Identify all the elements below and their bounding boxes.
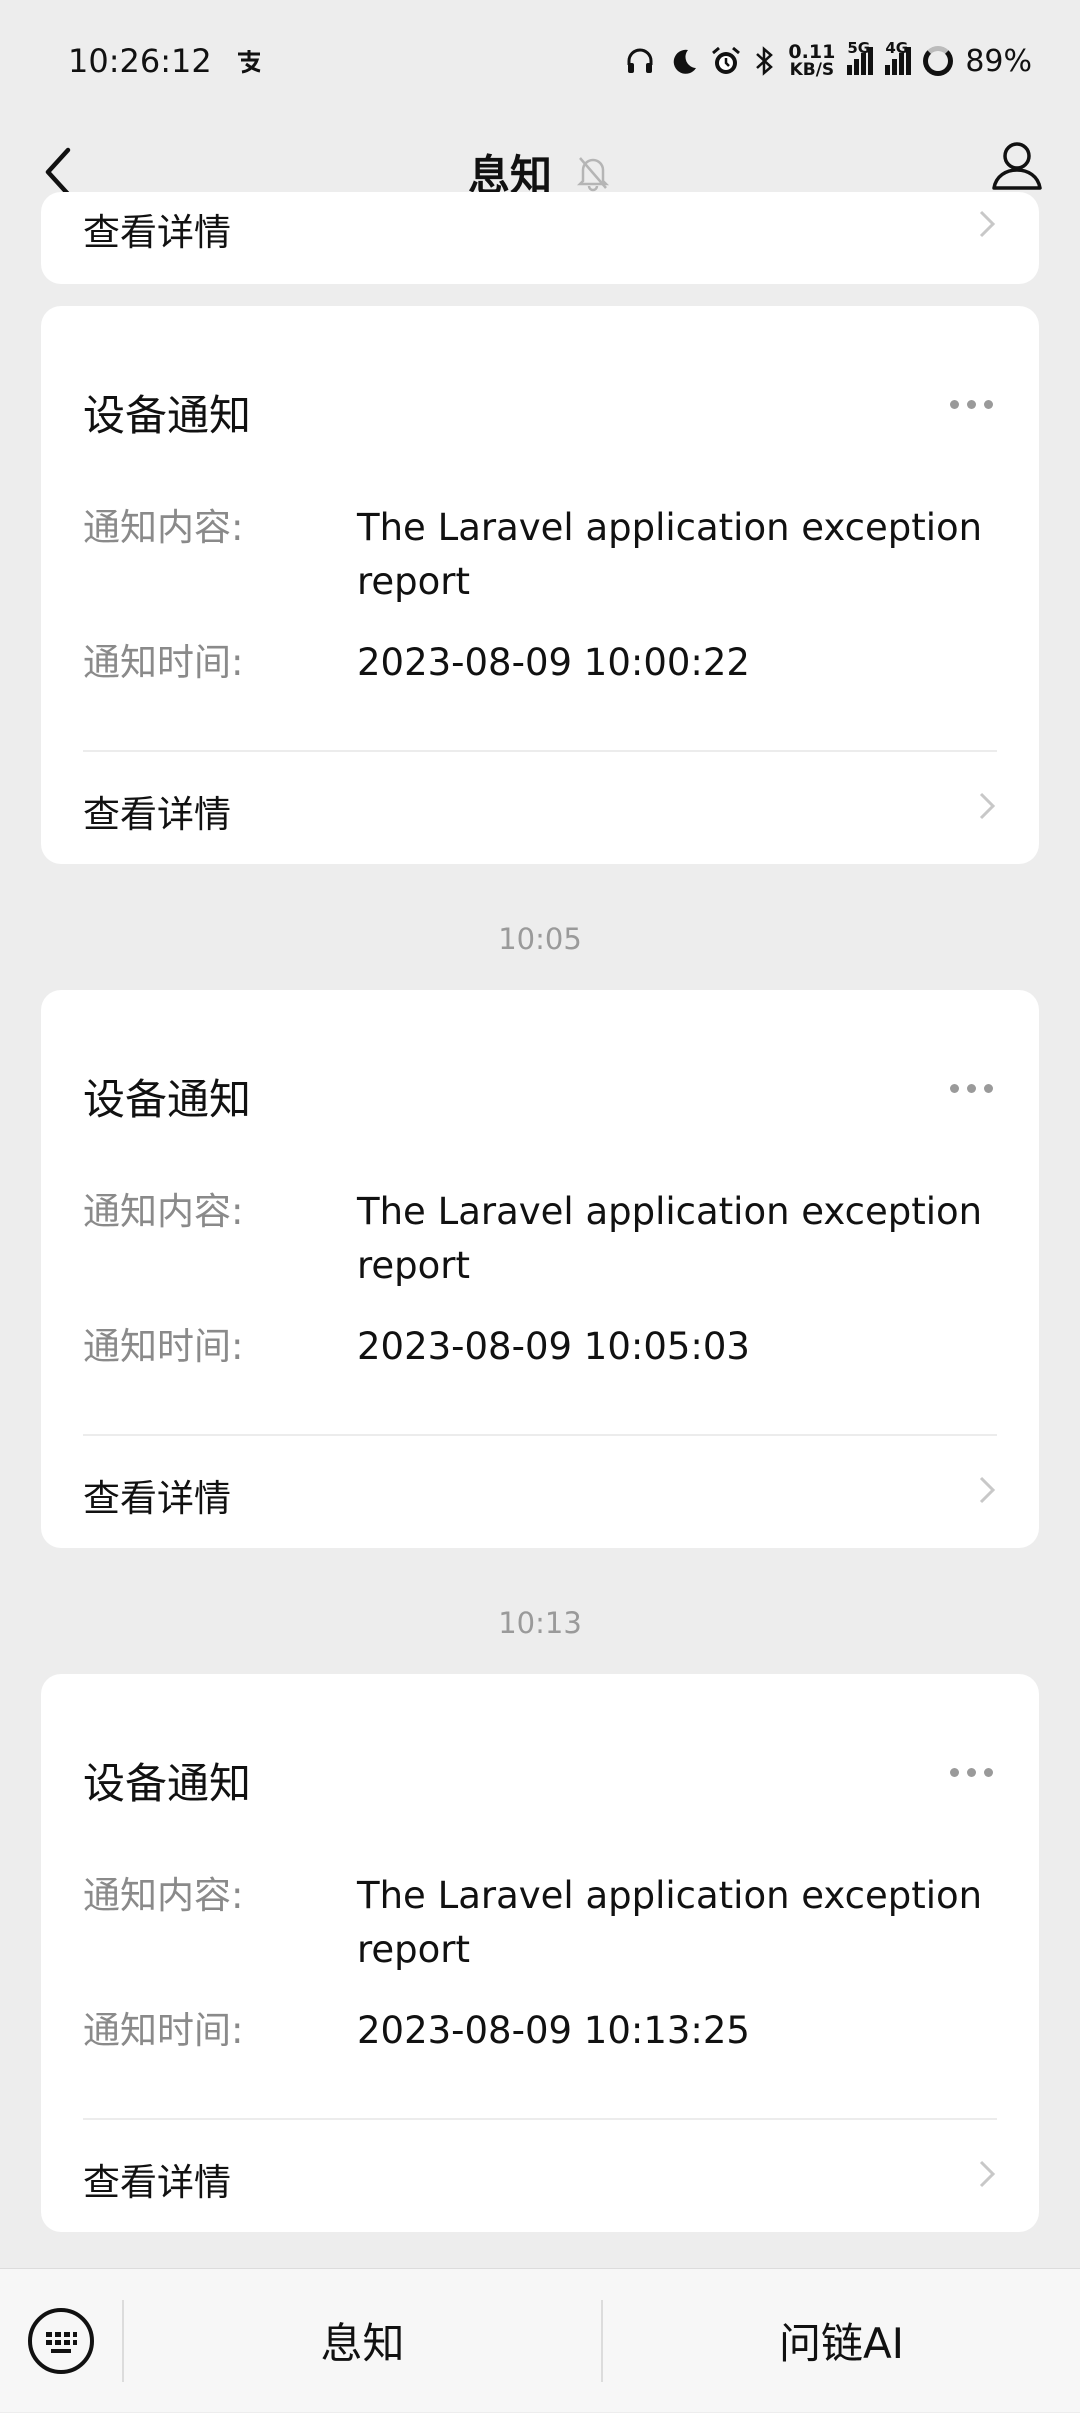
signal-4g-label: 4G (885, 39, 909, 57)
status-bar: 10:26:12 0.11 KB/S 5G 4G 89% (0, 0, 1080, 122)
bottom-bar: 息知 问链AI (0, 2268, 1080, 2412)
time-row: 通知时间: 2023-08-09 10:13:25 (83, 2004, 997, 2058)
content-value: The Laravel application exception report (357, 506, 983, 603)
content-row: 通知内容: The Laravel application exception … (83, 1869, 997, 1977)
time-value: 2023-08-09 10:13:25 (357, 2009, 750, 2052)
alipay-icon (234, 46, 264, 76)
time-key: 通知时间: (83, 2009, 244, 2052)
card-title: 设备通知 (83, 391, 252, 440)
time-key: 通知时间: (83, 1325, 244, 1368)
content-value: The Laravel application exception report (357, 1874, 983, 1971)
keyboard-icon (28, 2307, 94, 2374)
notification-card: 设备通知 通知内容: The Laravel application excep… (41, 990, 1039, 1548)
notification-card: 设备通知 通知内容: The Laravel application excep… (41, 1674, 1039, 2232)
view-details-link[interactable]: 查看详情 (83, 784, 231, 838)
battery-level: 89% (965, 43, 1032, 79)
divider (83, 1434, 997, 1436)
network-speed: 0.11 KB/S (788, 43, 835, 79)
view-details-link[interactable]: 查看详情 (83, 1468, 231, 1522)
signal-5g-icon: 5G (847, 39, 874, 75)
chevron-right-icon (979, 1476, 996, 1504)
profile-button[interactable] (984, 132, 1050, 198)
time-separator: 10:13 (498, 1606, 582, 1640)
moon-icon (668, 46, 698, 76)
chevron-right-icon (979, 792, 996, 820)
content-row: 通知内容: The Laravel application exception … (83, 1185, 997, 1293)
time-key: 通知时间: (83, 641, 244, 684)
view-details-link[interactable]: 查看详情 (83, 202, 231, 256)
bell-off-icon (574, 152, 612, 192)
time-row: 通知时间: 2023-08-09 10:00:22 (83, 636, 997, 690)
chevron-right-icon (979, 2160, 996, 2188)
net-speed-unit: KB/S (789, 60, 835, 80)
menu-wenlian-ai[interactable]: 问链AI (603, 2269, 1080, 2413)
time-row: 通知时间: 2023-08-09 10:05:03 (83, 1320, 997, 1374)
signal-5g-label: 5G (847, 39, 871, 57)
battery-icon (923, 46, 954, 76)
signal-4g-icon: 4G (885, 39, 912, 75)
more-options-icon[interactable] (950, 400, 993, 409)
content-value: The Laravel application exception report (357, 1190, 983, 1287)
bluetooth-icon (754, 45, 776, 77)
time-value: 2023-08-09 10:00:22 (357, 641, 750, 684)
divider (83, 2118, 997, 2120)
card-title: 设备通知 (83, 1075, 252, 1124)
content-key: 通知内容: (83, 1874, 244, 1917)
time-separator: 10:05 (498, 922, 582, 956)
user-icon (992, 142, 1042, 190)
more-options-icon[interactable] (950, 1768, 993, 1777)
more-options-icon[interactable] (950, 1084, 993, 1093)
view-details-link[interactable]: 查看详情 (83, 2152, 231, 2206)
content-key: 通知内容: (83, 506, 244, 549)
content-key: 通知内容: (83, 1190, 244, 1233)
status-time: 10:26:12 (68, 42, 212, 80)
chevron-right-icon (979, 210, 996, 238)
content-row: 通知内容: The Laravel application exception … (83, 501, 997, 609)
divider (83, 750, 997, 752)
alarm-icon (710, 45, 742, 77)
notification-card: 查看详情 (41, 192, 1039, 284)
keyboard-button[interactable] (0, 2269, 122, 2413)
notification-card: 设备通知 通知内容: The Laravel application excep… (41, 306, 1039, 864)
menu-xizhi[interactable]: 息知 (124, 2269, 601, 2413)
headphones-icon (624, 45, 656, 77)
card-title: 设备通知 (83, 1759, 252, 1808)
time-value: 2023-08-09 10:05:03 (357, 1325, 750, 1368)
